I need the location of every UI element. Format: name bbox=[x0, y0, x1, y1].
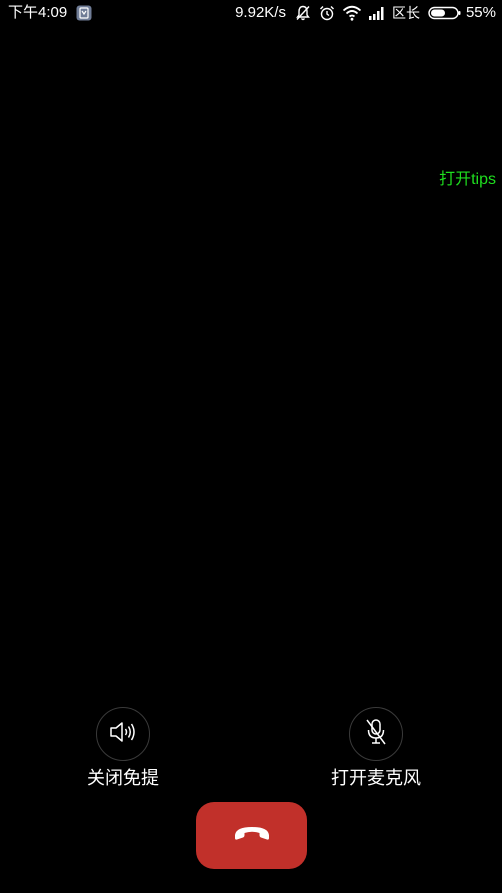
speaker-toggle[interactable]: 关闭免提 bbox=[63, 707, 183, 789]
app-notification-icon bbox=[76, 5, 92, 21]
signal-icon bbox=[368, 4, 386, 22]
wifi-icon bbox=[342, 4, 362, 22]
speaker-icon bbox=[108, 719, 138, 750]
notification-off-icon bbox=[294, 4, 312, 22]
open-tips-link[interactable]: 打开tips bbox=[439, 170, 496, 190]
carrier-name: 区长 bbox=[391, 5, 420, 21]
battery-icon bbox=[428, 4, 462, 22]
microphone-label: 打开麦克风 bbox=[331, 768, 421, 788]
battery-percent: 55% bbox=[465, 4, 496, 21]
hang-up-button[interactable] bbox=[196, 802, 307, 869]
alarm-icon bbox=[318, 4, 336, 22]
call-screen: 下午4:09 9.92K/s 区长 55% 打开tips 关闭免提 打开麦克风 bbox=[0, 0, 502, 893]
speaker-button[interactable] bbox=[96, 707, 150, 761]
status-bar: 下午4:09 9.92K/s 区长 55% bbox=[0, 0, 502, 28]
microphone-button[interactable] bbox=[349, 707, 403, 761]
status-right-group: 9.92K/s 区长 55% bbox=[235, 4, 496, 22]
net-speed: 9.92K/s bbox=[235, 4, 286, 21]
speaker-label: 关闭免提 bbox=[87, 768, 159, 788]
hang-up-icon bbox=[232, 822, 272, 849]
microphone-toggle[interactable]: 打开麦克风 bbox=[316, 707, 436, 789]
mic-off-icon bbox=[363, 717, 389, 752]
status-time: 下午4:09 bbox=[8, 4, 68, 21]
